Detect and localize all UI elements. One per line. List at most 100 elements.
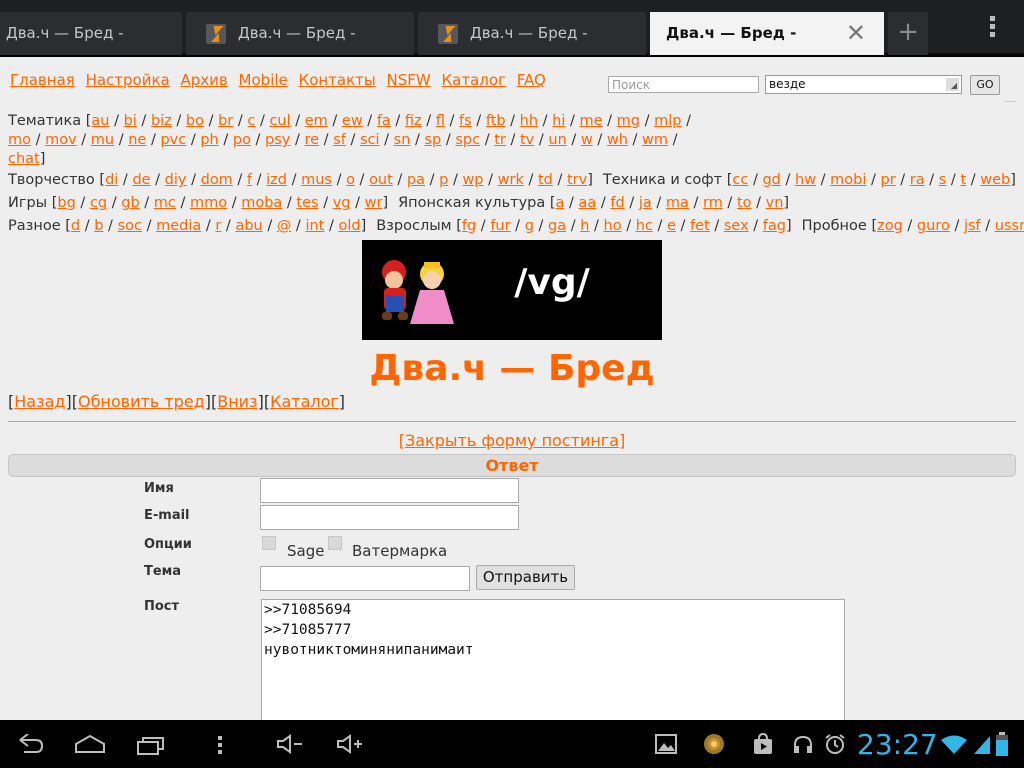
board-link[interactable]: mmo — [190, 195, 227, 211]
board-link[interactable]: a — [556, 195, 565, 211]
board-link[interactable]: cg — [90, 195, 107, 211]
board-link[interactable]: bo — [186, 113, 204, 129]
nav-link[interactable]: Mobile — [239, 71, 288, 89]
post-textarea[interactable]: >>71085694 >>71085777 нувотниктоминянипа… — [261, 599, 845, 720]
nav-link[interactable]: Контакты — [299, 71, 376, 89]
board-link[interactable]: ma — [666, 195, 689, 211]
board-link[interactable]: di — [105, 172, 118, 188]
board-link[interactable]: @ — [277, 218, 292, 234]
board-link[interactable]: jsf — [964, 218, 981, 234]
board-link[interactable]: hw — [795, 172, 816, 188]
thread-nav-link[interactable]: Назад — [14, 392, 65, 411]
nav-link[interactable]: Каталог — [442, 71, 506, 89]
board-link[interactable]: t — [960, 172, 966, 188]
browser-tab-2[interactable]: Два.ч — Бред - — [186, 12, 414, 55]
board-link[interactable]: fur — [490, 218, 510, 234]
board-link[interactable]: mov — [45, 132, 77, 148]
recent-apps-icon[interactable] — [136, 734, 166, 756]
search-go-button[interactable]: GO — [970, 75, 1000, 95]
board-link[interactable]: sf — [333, 132, 346, 148]
subject-field[interactable] — [260, 566, 470, 591]
browser-tab-1[interactable]: Два.ч — Бред - — [0, 12, 182, 55]
board-link[interactable]: g — [525, 218, 534, 234]
board-link[interactable]: po — [233, 132, 251, 148]
board-link[interactable]: mobi — [830, 172, 866, 188]
search-input[interactable]: Поиск — [608, 76, 759, 93]
board-link[interactable]: mlp — [654, 113, 681, 129]
board-link[interactable]: p — [439, 172, 448, 188]
board-link[interactable]: mg — [617, 113, 640, 129]
board-link[interactable]: chat — [8, 151, 40, 167]
board-link[interactable]: ussr — [995, 218, 1024, 234]
browser-tab-3[interactable]: Два.ч — Бред - — [418, 12, 646, 55]
board-link[interactable]: fl — [436, 113, 445, 129]
board-link[interactable]: diy — [165, 172, 187, 188]
board-link[interactable]: mc — [154, 195, 176, 211]
board-link[interactable]: wh — [607, 132, 628, 148]
board-link[interactable]: gd — [762, 172, 780, 188]
board-link[interactable]: fg — [462, 218, 476, 234]
board-link[interactable]: cc — [732, 172, 748, 188]
nav-link[interactable]: FAQ — [517, 71, 546, 89]
board-link[interactable]: f — [247, 172, 252, 188]
board-link[interactable]: to — [737, 195, 752, 211]
sage-checkbox[interactable] — [262, 536, 276, 550]
board-link[interactable]: wr — [365, 195, 383, 211]
board-link[interactable]: fag — [763, 218, 786, 234]
board-link[interactable]: hc — [636, 218, 653, 234]
board-link[interactable]: fiz — [405, 113, 422, 129]
board-link[interactable]: b — [94, 218, 103, 234]
board-link[interactable]: me — [580, 113, 603, 129]
board-link[interactable]: hi — [552, 113, 565, 129]
board-link[interactable]: aa — [579, 195, 597, 211]
board-link[interactable]: ph — [200, 132, 218, 148]
board-link[interactable]: wm — [642, 132, 668, 148]
thread-nav-link[interactable]: Каталог — [270, 392, 339, 411]
board-link[interactable]: pvc — [160, 132, 186, 148]
nav-link[interactable]: Главная — [10, 71, 75, 89]
board-link[interactable]: hh — [520, 113, 538, 129]
close-posting-form-link[interactable]: [Закрыть форму постинга] — [399, 431, 626, 450]
board-link[interactable]: tv — [520, 132, 534, 148]
board-link[interactable]: ne — [128, 132, 146, 148]
board-link[interactable]: c — [247, 113, 255, 129]
board-link[interactable]: un — [548, 132, 566, 148]
board-link[interactable]: soc — [118, 218, 142, 234]
board-link[interactable]: biz — [151, 113, 172, 129]
board-link[interactable]: rm — [703, 195, 723, 211]
board-link[interactable]: ga — [548, 218, 566, 234]
board-link[interactable]: out — [369, 172, 393, 188]
board-link[interactable]: vn — [766, 195, 784, 211]
board-link[interactable]: bi — [124, 113, 137, 129]
nav-link[interactable]: Настройка — [86, 71, 170, 89]
board-link[interactable]: em — [305, 113, 328, 129]
board-link[interactable]: guro — [917, 218, 950, 234]
board-link[interactable]: s — [939, 172, 947, 188]
board-link[interactable]: h — [580, 218, 589, 234]
board-link[interactable]: o — [346, 172, 355, 188]
thread-nav-link[interactable]: Обновить тред — [78, 392, 205, 411]
board-link[interactable]: ho — [604, 218, 622, 234]
board-link[interactable]: e — [667, 218, 676, 234]
board-link[interactable]: int — [305, 218, 324, 234]
board-link[interactable]: sci — [360, 132, 380, 148]
board-link[interactable]: zog — [877, 218, 903, 234]
board-link[interactable]: mo — [8, 132, 31, 148]
board-link[interactable]: cul — [269, 113, 290, 129]
submit-button[interactable]: Отправить — [476, 565, 575, 590]
board-link[interactable]: pa — [407, 172, 425, 188]
overflow-menu-icon[interactable] — [986, 16, 998, 40]
volume-up-icon[interactable] — [336, 734, 364, 754]
board-link[interactable]: tes — [296, 195, 318, 211]
board-link[interactable]: sp — [425, 132, 442, 148]
board-link[interactable]: sn — [394, 132, 411, 148]
board-link[interactable]: ja — [639, 195, 652, 211]
board-link[interactable]: tr — [494, 132, 506, 148]
board-link[interactable]: pr — [881, 172, 896, 188]
board-link[interactable]: fd — [610, 195, 624, 211]
board-link[interactable]: izd — [266, 172, 287, 188]
board-link[interactable]: gb — [121, 195, 139, 211]
search-scope-select[interactable]: везде — [765, 75, 962, 94]
nav-link[interactable]: NSFW — [387, 71, 431, 89]
board-link[interactable]: fet — [690, 218, 710, 234]
